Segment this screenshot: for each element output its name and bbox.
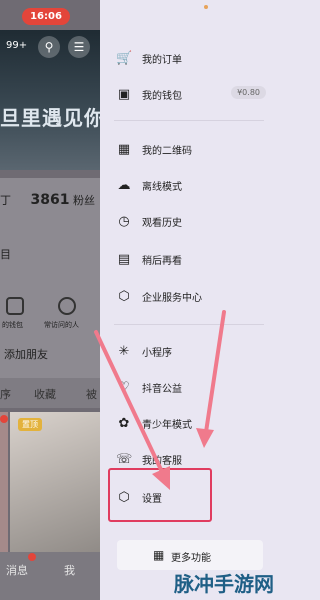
offline-icon: ☁: [117, 178, 131, 193]
quick-visitors-label: 常访问的人: [44, 321, 79, 329]
menu-item-offline[interactable]: ☁ 离线模式: [100, 172, 280, 200]
cart-icon: 🛒: [116, 51, 133, 66]
partial-stat-label: 丁: [0, 194, 11, 207]
video-badge: [0, 415, 8, 423]
settings-highlight-box: [108, 468, 212, 522]
fans-label: 粉丝: [72, 194, 95, 207]
menu-item-label: 抖音公益: [142, 384, 182, 395]
tab-works[interactable]: 序: [0, 386, 11, 402]
message-badge: [28, 553, 36, 561]
menu-item-label: 离线模式: [142, 182, 182, 193]
add-friend-label: 添加朋友: [4, 348, 48, 361]
quick-wallet-label: 的钱包: [2, 321, 23, 329]
bottom-nav: 消息 我: [0, 552, 108, 600]
menu-item-label: 我的订单: [142, 55, 182, 66]
enterprise-icon: ⬡: [118, 289, 130, 304]
add-friend-button[interactable]: 添加朋友: [0, 346, 48, 362]
wallet-icon: ▣: [117, 87, 131, 102]
menu-item-label: 稍后再看: [142, 256, 182, 267]
divider: [114, 324, 264, 325]
more-features-label: 更多功能: [171, 553, 211, 564]
charity-icon: ♡: [118, 380, 130, 395]
notification-badge: 99+: [6, 40, 28, 51]
profile-partial-label: 目: [0, 248, 11, 261]
menu-item-orders[interactable]: 🛒 我的订单: [100, 45, 280, 73]
menu-item-qr-code[interactable]: ▦ 我的二维码: [100, 136, 280, 164]
fans-count: 3861: [30, 192, 70, 208]
divider: [114, 120, 264, 121]
menu-item-label: 我的二维码: [142, 146, 192, 157]
menu-item-youth-mode[interactable]: ✿ 青少年模式: [100, 410, 280, 438]
history-icon: ◷: [118, 214, 130, 229]
menu-item-mini-program[interactable]: ✳ 小程序: [100, 338, 280, 366]
grid-icon: ▦: [153, 548, 165, 562]
profile-top-icons: 99+ ⚲ ☰: [6, 36, 104, 60]
nav-me[interactable]: 我: [64, 562, 75, 578]
drawer-indicator-dot: [204, 5, 208, 9]
watermark-text: 脉冲手游网: [174, 572, 274, 596]
mini-program-icon: ✳: [118, 344, 130, 359]
visitors-icon[interactable]: [58, 297, 76, 315]
video-thumbnail[interactable]: 置顶: [10, 412, 108, 552]
search-icon[interactable]: ⚲: [38, 36, 60, 58]
menu-item-charity[interactable]: ♡ 抖音公益: [100, 374, 280, 402]
tab-liked[interactable]: 被: [86, 386, 97, 402]
more-features-button[interactable]: ▦ 更多功能: [117, 540, 263, 570]
pinned-tag: 置顶: [18, 418, 42, 431]
video-thumbnail[interactable]: [0, 412, 8, 552]
wallet-balance: ¥0.80: [231, 86, 266, 99]
wallet-icon[interactable]: [6, 297, 24, 315]
menu-item-label: 企业服务中心: [142, 293, 202, 304]
menu-item-label: 我的钱包: [142, 91, 182, 102]
menu-item-label: 观看历史: [142, 218, 182, 229]
menu-item-label: 小程序: [142, 348, 172, 359]
status-time: 16:06: [22, 8, 70, 25]
profile-tabs: 序 收藏 被: [0, 378, 108, 408]
youth-mode-icon: ✿: [118, 416, 130, 431]
menu-item-wallet[interactable]: ▣ 我的钱包 ¥0.80: [100, 81, 280, 109]
qr-code-icon: ▦: [117, 142, 131, 157]
menu-item-history[interactable]: ◷ 观看历史: [100, 208, 280, 236]
menu-icon[interactable]: ☰: [68, 36, 90, 58]
background-profile-page: 旦里遇见你 99+ ⚲ ☰ 丁 3861 粉丝 目 的钱包 常访问的人 添加朋友…: [0, 0, 108, 600]
watch-later-icon: ▤: [117, 252, 131, 267]
menu-item-label: 青少年模式: [142, 420, 192, 431]
fans-stat: 丁 3861 粉丝: [0, 192, 95, 208]
menu-item-enterprise[interactable]: ⬡ 企业服务中心: [100, 283, 280, 311]
menu-item-label: 我的客服: [142, 456, 182, 467]
nav-messages[interactable]: 消息: [6, 562, 28, 578]
banner-text: 旦里遇见你: [0, 106, 105, 130]
menu-item-watch-later[interactable]: ▤ 稍后再看: [100, 246, 280, 274]
customer-service-icon: ☏: [116, 452, 133, 467]
tab-favorites[interactable]: 收藏: [34, 386, 56, 402]
